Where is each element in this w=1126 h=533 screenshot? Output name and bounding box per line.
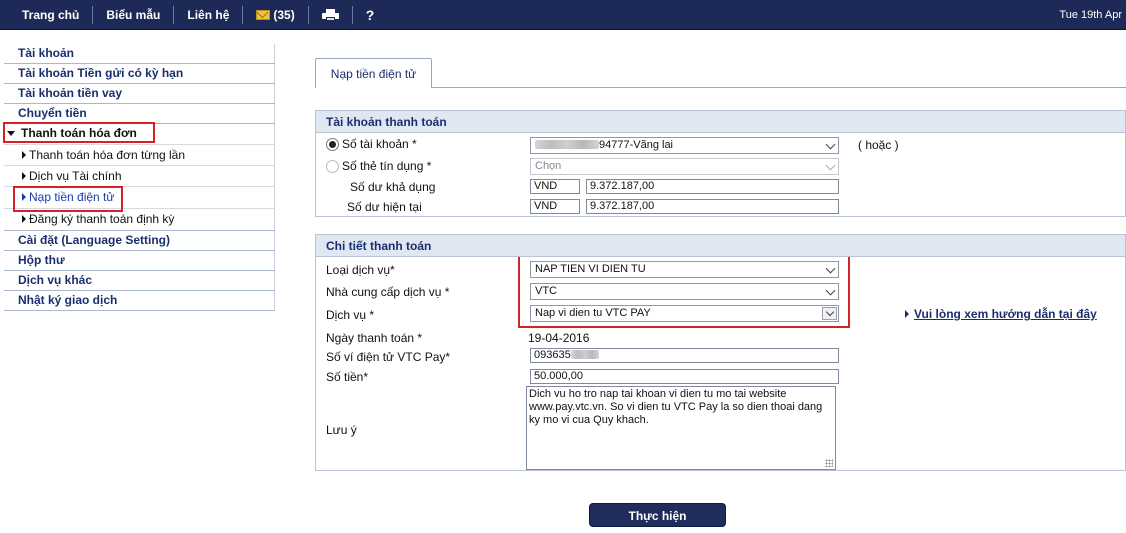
amount-input[interactable]: 50.000,00 — [530, 369, 839, 384]
masked-text — [570, 350, 599, 359]
chevron-right-icon — [905, 310, 909, 318]
wallet-number-value: 093635 — [534, 349, 571, 361]
sidebar-sub-recurring[interactable]: Đăng ký thanh toán định kỳ — [4, 209, 275, 231]
service-label: Dịch vụ * — [326, 308, 375, 322]
sidebar: Tài khoản Tài khoản Tiền gửi có kỳ hạn T… — [4, 44, 275, 311]
provider-label: Nhà cung cấp dịch vụ * — [326, 285, 450, 299]
note-text: Dich vu ho tro nap tai khoan vi dien tu … — [529, 388, 823, 426]
amount-label: Số tiền* — [326, 370, 369, 384]
service-value: Nap vi dien tu VTC PAY — [535, 307, 651, 319]
chevron-right-icon — [22, 193, 26, 201]
or-label: ( hoặc ) — [858, 138, 899, 152]
account-label: Số tài khoản * — [342, 137, 417, 151]
service-type-select[interactable]: NAP TIEN VI DIEN TU — [530, 261, 839, 278]
sidebar-sub-label: Dịch vụ Tài chính — [29, 169, 122, 183]
chevron-right-icon — [22, 151, 26, 159]
current-date: Tue 19th Apr — [1059, 9, 1122, 21]
mail-icon — [256, 10, 271, 20]
chevron-down-icon — [825, 307, 835, 317]
payment-date-label: Ngày thanh toán * — [326, 331, 423, 345]
provider-select[interactable]: VTC — [530, 283, 839, 300]
masked-text — [535, 140, 599, 149]
current-currency: VND — [530, 199, 580, 214]
sidebar-item-other-services[interactable]: Dịch vụ khác — [4, 271, 275, 291]
top-navigation-bar: Trang chủ Biểu mẫu Liên hệ (35) ? Tue 19… — [0, 0, 1126, 30]
credit-card-label: Số thẻ tín dụng * — [342, 159, 432, 173]
top-nav: Trang chủ Biểu mẫu Liên hệ (35) ? — [0, 0, 387, 30]
current-balance-value: 9.372.187,00 — [586, 199, 839, 214]
nav-mail[interactable]: (35) — [243, 6, 309, 24]
provider-value: VTC — [535, 285, 557, 297]
current-balance-label: Số dư hiện tại — [347, 200, 422, 214]
sidebar-item-account[interactable]: Tài khoản — [4, 44, 275, 64]
chevron-right-icon — [22, 172, 26, 180]
account-radio[interactable] — [326, 138, 339, 151]
submit-button[interactable]: Thực hiện — [589, 503, 726, 527]
panel-title: Tài khoản thanh toán — [316, 111, 1125, 133]
nav-help[interactable]: ? — [353, 6, 388, 24]
account-select[interactable]: 94777-Vãng lai — [530, 137, 839, 154]
available-balance-value: 9.372.187,00 — [586, 179, 839, 194]
mail-count: (35) — [273, 8, 295, 22]
nav-print[interactable] — [309, 6, 353, 24]
chevron-down-icon — [825, 285, 836, 296]
chevron-down-icon — [825, 160, 836, 171]
account-value: 94777-Vãng lai — [599, 139, 674, 151]
service-type-value: NAP TIEN VI DIEN TU — [535, 263, 646, 275]
sidebar-sub-e-topup[interactable]: Nạp tiền điện tử — [4, 187, 275, 209]
guide-link[interactable]: Vui lòng xem hướng dẫn tại đây — [914, 307, 1097, 321]
note-label: Lưu ý — [326, 423, 357, 437]
note-textarea[interactable]: Dich vu ho tro nap tai khoan vi dien tu … — [526, 386, 836, 470]
sidebar-item-transfer[interactable]: Chuyển tiền — [4, 104, 275, 124]
printer-icon — [321, 9, 339, 21]
panel-title: Chi tiết thanh toán — [316, 235, 1125, 257]
payment-date-value: 19-04-2016 — [528, 331, 590, 345]
sidebar-sub-label: Nạp tiền điện tử — [29, 190, 115, 204]
sidebar-item-inbox[interactable]: Hộp thư — [4, 251, 275, 271]
tab-e-topup[interactable]: Nạp tiền điện tử — [315, 58, 432, 88]
sidebar-sub-label: Đăng ký thanh toán định kỳ — [29, 212, 175, 226]
sidebar-item-label: Thanh toán hóa đơn — [21, 126, 137, 140]
nav-forms[interactable]: Biểu mẫu — [93, 6, 175, 24]
sidebar-item-term-deposit[interactable]: Tài khoản Tiền gửi có kỳ hạn — [4, 64, 275, 84]
help-icon: ? — [365, 7, 375, 23]
credit-card-radio[interactable] — [326, 160, 339, 173]
available-currency: VND — [530, 179, 580, 194]
chevron-down-icon — [825, 263, 836, 274]
nav-contact[interactable]: Liên hệ — [174, 6, 244, 24]
resize-handle-icon[interactable] — [825, 459, 833, 467]
credit-card-placeholder: Chọn — [535, 160, 562, 172]
sidebar-sub-label: Thanh toán hóa đơn từng lần — [29, 148, 186, 162]
sidebar-item-loan-account[interactable]: Tài khoản tiền vay — [4, 84, 275, 104]
tab-divider — [315, 87, 1126, 88]
sidebar-sub-single-bill[interactable]: Thanh toán hóa đơn từng lần — [4, 145, 275, 166]
chevron-down-icon — [7, 131, 15, 136]
sidebar-sub-financial-service[interactable]: Dịch vụ Tài chính — [4, 166, 275, 187]
credit-card-select[interactable]: Chọn — [530, 158, 839, 175]
service-select[interactable]: Nap vi dien tu VTC PAY — [530, 305, 839, 322]
dropdown-button[interactable] — [822, 307, 837, 320]
chevron-right-icon — [22, 215, 26, 223]
available-balance-label: Số dư khả dụng — [350, 180, 436, 194]
sidebar-item-settings[interactable]: Cài đặt (Language Setting) — [4, 231, 275, 251]
service-type-label: Loại dịch vụ* — [326, 263, 395, 277]
sidebar-item-transaction-log[interactable]: Nhật ký giao dịch — [4, 291, 275, 311]
chevron-down-icon — [825, 139, 836, 150]
wallet-number-label: Số ví điện tử VTC Pay* — [326, 350, 451, 364]
wallet-number-input[interactable]: 093635 — [530, 348, 839, 363]
nav-home[interactable]: Trang chủ — [0, 6, 94, 24]
sidebar-item-bill-payment[interactable]: Thanh toán hóa đơn — [4, 124, 275, 145]
